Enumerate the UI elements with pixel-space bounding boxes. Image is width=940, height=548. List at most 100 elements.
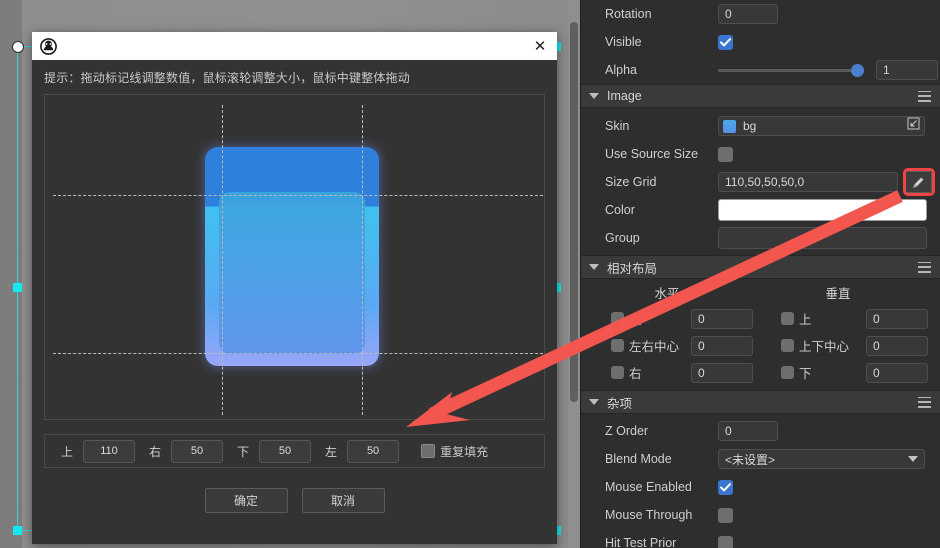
selection-handle-bottom-left[interactable] bbox=[13, 526, 22, 535]
section-menu-icon-relative-layout[interactable] bbox=[918, 262, 931, 273]
color-swatch-field[interactable] bbox=[718, 199, 927, 221]
scrollbar-thumb[interactable] bbox=[570, 22, 578, 402]
dialog-tip-text: 提示：拖动标记线调整数值，鼠标滚轮调整大小，鼠标中键整体拖动 bbox=[32, 60, 557, 94]
group-field[interactable] bbox=[718, 227, 927, 249]
hit-test-prior-checkbox[interactable] bbox=[718, 536, 733, 548]
rl-checkbox-hcenter-icon[interactable] bbox=[611, 339, 624, 352]
rl-check-right[interactable]: 右 bbox=[611, 363, 691, 382]
size-grid-input[interactable] bbox=[718, 172, 898, 192]
rl-checkbox-bottom-icon[interactable] bbox=[781, 366, 794, 379]
rl-check-left[interactable]: 左 bbox=[611, 309, 691, 328]
field-label-right: 右 bbox=[149, 443, 161, 460]
dialog-title-bar[interactable]: ✕ bbox=[32, 32, 557, 60]
mouse-enabled-label: Mouse Enabled bbox=[605, 480, 718, 494]
field-label-bottom: 下 bbox=[237, 443, 249, 460]
chevron-down-icon-blend-mode[interactable] bbox=[908, 456, 918, 462]
chevron-down-icon-misc[interactable] bbox=[589, 399, 599, 405]
rl-check-vcenter[interactable]: 上下中心 bbox=[781, 336, 866, 355]
field-input-right[interactable] bbox=[171, 440, 223, 463]
alpha-label: Alpha bbox=[605, 63, 718, 77]
skin-picker-icon[interactable] bbox=[907, 117, 920, 135]
section-header-image[interactable]: Image bbox=[581, 84, 940, 108]
rl-input-top[interactable] bbox=[866, 309, 928, 329]
section-title-misc: 杂项 bbox=[607, 393, 918, 412]
alpha-slider-knob[interactable] bbox=[851, 64, 864, 77]
rl-label-vcenter: 上下中心 bbox=[799, 336, 849, 355]
repeat-fill-box-icon[interactable] bbox=[421, 444, 435, 458]
group-label: Group bbox=[605, 231, 718, 245]
guide-line-left[interactable] bbox=[222, 105, 223, 415]
repeat-fill-checkbox[interactable]: 重复填充 bbox=[421, 443, 488, 460]
alpha-slider[interactable] bbox=[718, 69, 858, 72]
rotation-label: Rotation bbox=[605, 7, 718, 21]
close-icon[interactable]: ✕ bbox=[529, 35, 551, 57]
section-menu-icon-misc[interactable] bbox=[918, 397, 931, 408]
cancel-button[interactable]: 取消 bbox=[302, 488, 385, 513]
rl-check-hcenter[interactable]: 左右中心 bbox=[611, 336, 691, 355]
chevron-down-icon-relative-layout[interactable] bbox=[589, 264, 599, 270]
visible-checkbox[interactable] bbox=[718, 35, 733, 50]
rl-checkbox-vcenter-icon[interactable] bbox=[781, 339, 794, 352]
section-title-image: Image bbox=[607, 89, 918, 103]
property-row-visible: Visible bbox=[581, 28, 940, 56]
property-row-hit-test-prior: Hit Test Prior bbox=[581, 529, 940, 548]
field-input-top[interactable] bbox=[83, 440, 135, 463]
rl-check-bottom[interactable]: 下 bbox=[781, 363, 866, 382]
section-header-relative-layout[interactable]: 相对布局 bbox=[581, 255, 940, 279]
rl-label-top: 上 bbox=[799, 309, 812, 328]
rl-checkbox-top-icon[interactable] bbox=[781, 312, 794, 325]
field-input-left[interactable] bbox=[347, 440, 399, 463]
rl-check-top[interactable]: 上 bbox=[781, 309, 866, 328]
field-label-left: 左 bbox=[325, 443, 337, 460]
property-row-blend-mode: Blend Mode <未设置> bbox=[581, 445, 940, 473]
skin-field[interactable]: bg bbox=[718, 116, 925, 136]
property-row-rotation: Rotation bbox=[581, 0, 940, 28]
mouse-enabled-checkbox[interactable] bbox=[718, 480, 733, 495]
use-source-size-checkbox[interactable] bbox=[718, 147, 733, 162]
selection-handle-left-middle[interactable] bbox=[13, 283, 22, 292]
visible-label: Visible bbox=[605, 35, 718, 49]
skin-preview-image[interactable] bbox=[205, 147, 379, 366]
z-order-label: Z Order bbox=[605, 424, 718, 438]
rl-input-bottom[interactable] bbox=[866, 363, 928, 383]
relative-layout-row-1: 左 上 bbox=[581, 305, 940, 332]
mouse-through-checkbox[interactable] bbox=[718, 508, 733, 523]
rl-input-vcenter[interactable] bbox=[866, 336, 928, 356]
rotation-input[interactable] bbox=[718, 4, 778, 24]
rl-input-right[interactable] bbox=[691, 363, 753, 383]
property-row-group: Group bbox=[581, 224, 940, 252]
nine-patch-preview[interactable] bbox=[44, 94, 545, 420]
skin-preview-inner bbox=[219, 192, 365, 354]
chevron-down-icon[interactable] bbox=[589, 93, 599, 99]
rl-label-bottom: 下 bbox=[799, 363, 812, 382]
app-logo-icon bbox=[40, 38, 57, 55]
relative-layout-row-3: 右 下 bbox=[581, 359, 940, 386]
rl-input-left[interactable] bbox=[691, 309, 753, 329]
ok-button[interactable]: 确定 bbox=[205, 488, 288, 513]
guide-line-bottom[interactable] bbox=[53, 353, 543, 354]
field-label-top: 上 bbox=[61, 443, 73, 460]
annotation-highlight-box bbox=[903, 168, 935, 196]
dialog-button-row: 确定 取消 bbox=[32, 488, 557, 513]
blend-mode-value: <未设置> bbox=[725, 451, 908, 468]
rl-label-right: 右 bbox=[629, 363, 642, 382]
blend-mode-dropdown[interactable]: <未设置> bbox=[718, 449, 925, 469]
rl-input-hcenter[interactable] bbox=[691, 336, 753, 356]
property-row-mouse-enabled: Mouse Enabled bbox=[581, 473, 940, 501]
alpha-input[interactable] bbox=[876, 60, 938, 80]
guide-line-right[interactable] bbox=[362, 105, 363, 415]
selection-handle-top-left[interactable] bbox=[12, 41, 24, 53]
guide-line-top[interactable] bbox=[53, 195, 543, 196]
property-row-skin: Skin bg bbox=[581, 112, 940, 140]
rl-checkbox-right-icon[interactable] bbox=[611, 366, 624, 379]
section-header-misc[interactable]: 杂项 bbox=[581, 390, 940, 414]
rl-checkbox-left-icon[interactable] bbox=[611, 312, 624, 325]
grid-values-row: 上 右 下 左 重复填充 bbox=[44, 434, 545, 468]
section-menu-icon[interactable] bbox=[918, 91, 931, 102]
canvas-vertical-scrollbar[interactable] bbox=[568, 0, 580, 548]
column-header-horizontal: 水平 bbox=[581, 283, 753, 302]
app-window: ✕ 提示：拖动标记线调整数值，鼠标滚轮调整大小，鼠标中键整体拖动 上 右 下 左 bbox=[0, 0, 940, 548]
z-order-input[interactable] bbox=[718, 421, 778, 441]
relative-layout-column-headers: 水平 垂直 bbox=[581, 279, 940, 305]
field-input-bottom[interactable] bbox=[259, 440, 311, 463]
